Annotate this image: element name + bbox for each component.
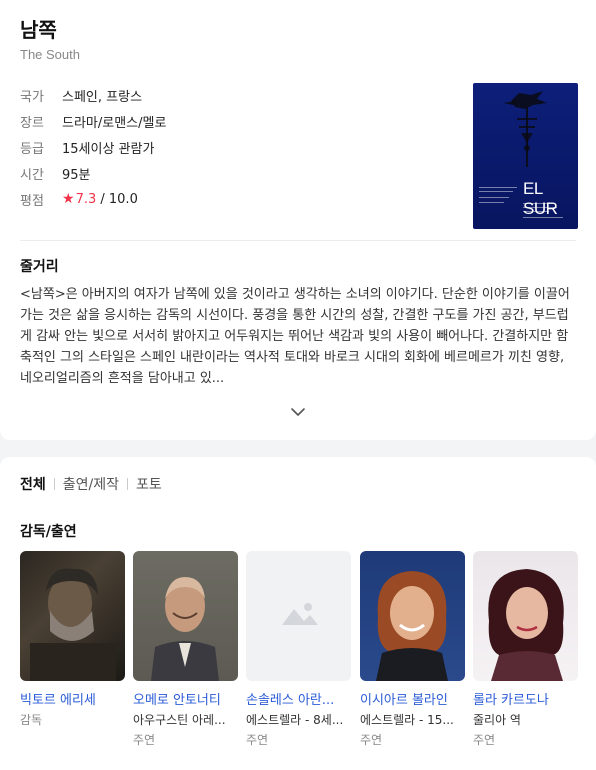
cast-name[interactable]: 손솔레스 아란... (246, 689, 351, 708)
star-icon: ★ (62, 191, 75, 207)
cast-item[interactable]: 오메로 안토너티 아우구스틴 아레... 주연 (133, 551, 238, 748)
cast-type: 주연 (246, 733, 269, 747)
original-title: The South (20, 47, 80, 62)
tab-cast-crew[interactable]: 출연/제작 (63, 474, 119, 494)
section-divider (20, 240, 576, 241)
cast-item[interactable]: 손솔레스 아란... 에스트렐라 - 8세... 주연 (246, 551, 351, 748)
info-row-score: 평점 ★7.3 / 10.0 (20, 186, 166, 212)
cast-photo[interactable] (20, 551, 125, 681)
cast-item[interactable]: 빅토르 에리세 감독 (20, 551, 125, 728)
tab-all[interactable]: 전체 (20, 474, 46, 494)
info-row-genre: 장르 드라마/로맨스/멜로 (20, 108, 166, 134)
score: 7.3 (75, 192, 97, 207)
info-label: 장르 (20, 115, 44, 131)
synopsis-heading: 줄거리 (20, 259, 59, 275)
tab-divider (53, 478, 55, 490)
score-value: ★7.3 / 10.0 (62, 191, 138, 207)
cast-role: 아우구스틴 아레... (133, 713, 226, 727)
info-label: 국가 (20, 89, 44, 105)
tab-photo[interactable]: 포토 (136, 474, 162, 494)
cast-name[interactable]: 이시아르 볼라인 (360, 689, 465, 708)
info-label: 평점 (20, 193, 44, 209)
info-label: 시간 (20, 167, 44, 183)
info-row-country: 국가 스페인, 프랑스 (20, 82, 166, 108)
movie-info-list: 국가 스페인, 프랑스 장르 드라마/로맨스/멜로 등급 15세이상 관람가 시… (20, 82, 166, 212)
info-row-rating-grade: 등급 15세이상 관람가 (20, 134, 166, 160)
cast-type: 주연 (473, 733, 496, 747)
cast-item[interactable]: 롤라 카르도나 줄리아 역 주연 (473, 551, 578, 748)
cast-photo[interactable] (133, 551, 238, 681)
movie-info-card: 남쪽 The South 국가 스페인, 프랑스 장르 드라마/로맨스/멜로 등… (0, 0, 596, 440)
chevron-down-icon[interactable] (289, 404, 307, 418)
info-value: 15세이상 관람가 (62, 141, 155, 157)
poster-title: EL SUR (523, 179, 558, 218)
cast-heading: 감독/출연 (20, 524, 77, 540)
cast-type: 주연 (360, 733, 383, 747)
info-value: 스페인, 프랑스 (62, 89, 143, 105)
cast-type: 주연 (133, 733, 156, 747)
movie-poster[interactable]: EL SUR (473, 83, 578, 229)
cast-name[interactable]: 오메로 안토너티 (133, 689, 238, 708)
image-placeholder-icon (282, 603, 318, 625)
tab-divider (127, 478, 129, 490)
cast-role: 에스트렐라 - 8세... (246, 713, 344, 727)
synopsis-text: <남쪽>은 아버지의 여자가 남쪽에 있을 것이라고 생각하는 소녀의 이야기다… (20, 287, 570, 386)
content-tabs: 전체 출연/제작 포토 (20, 474, 162, 494)
cast-photo[interactable] (246, 551, 351, 681)
cast-name[interactable]: 빅토르 에리세 (20, 689, 125, 708)
cast-role: 줄리아 역 (473, 713, 521, 727)
info-value: 95분 (62, 167, 91, 183)
cast-role: 에스트렐라 - 15... (360, 713, 454, 727)
info-value: 드라마/로맨스/멜로 (62, 115, 167, 131)
cast-name[interactable]: 롤라 카르도나 (473, 689, 578, 708)
cast-item[interactable]: 이시아르 볼라인 에스트렐라 - 15... 주연 (360, 551, 465, 748)
cast-photo[interactable] (360, 551, 465, 681)
page-title: 남쪽 (20, 18, 57, 42)
info-row-runtime: 시간 95분 (20, 160, 166, 186)
cast-type: 감독 (20, 713, 43, 727)
info-label: 등급 (20, 141, 44, 157)
score-max: / 10.0 (96, 192, 138, 207)
cast-photo[interactable] (473, 551, 578, 681)
